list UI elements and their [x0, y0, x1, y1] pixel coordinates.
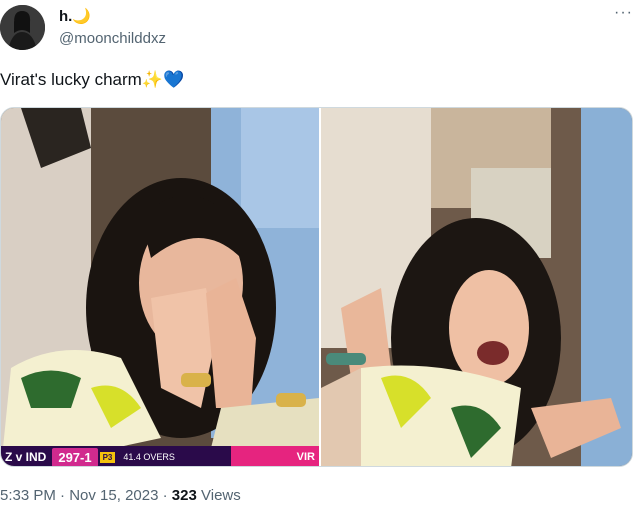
- tweet-time[interactable]: 5:33 PM: [0, 487, 56, 504]
- score-right-label: VIR: [231, 446, 319, 466]
- views-count: 323: [171, 487, 197, 504]
- tweet-meta: 5:33 PM · Nov 15, 2023 · 323 Views: [0, 487, 241, 504]
- photo-left[interactable]: Z v IND 297-1 P3 41.4 OVERS VIR: [1, 108, 319, 466]
- meta-separator: ·: [162, 487, 168, 504]
- author-name[interactable]: h.🌙: [59, 7, 91, 25]
- tweet-text: Virat's lucky charm✨💙: [0, 70, 185, 89]
- tweet-media[interactable]: Z v IND 297-1 P3 41.4 OVERS VIR: [0, 107, 633, 467]
- author-handle[interactable]: @moonchilddxz: [59, 30, 166, 47]
- meta-separator: ·: [60, 487, 66, 504]
- views-label: Views: [201, 487, 241, 504]
- score-powerplay: P3: [99, 451, 116, 463]
- scoreboard-overlay: Z v IND 297-1 P3 41.4 OVERS VIR: [1, 446, 319, 466]
- tweet-date[interactable]: Nov 15, 2023: [69, 487, 158, 504]
- score-overs: 41.4 OVERS: [123, 452, 175, 462]
- more-options-icon[interactable]: ···: [614, 4, 633, 22]
- author-avatar[interactable]: [0, 5, 45, 50]
- score-teams: Z v IND: [5, 450, 47, 464]
- photo-right[interactable]: [321, 108, 632, 466]
- score-runs: 297-1: [52, 447, 98, 466]
